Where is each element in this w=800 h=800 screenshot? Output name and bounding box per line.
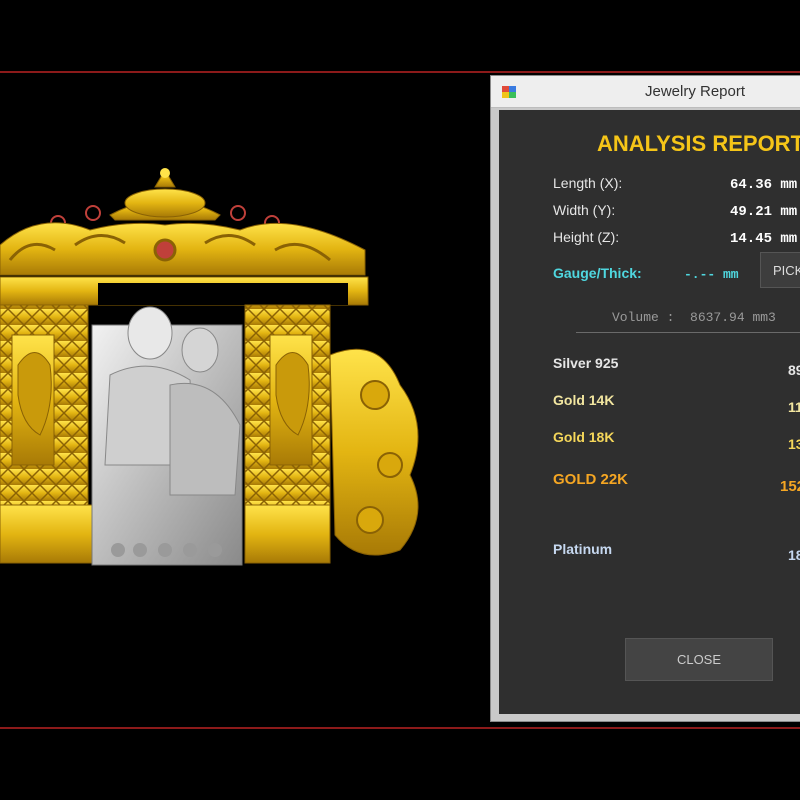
gauge-thickness-label: Gauge/Thick: (553, 265, 642, 281)
volume-divider (576, 332, 800, 333)
pick-button[interactable]: PICK (760, 252, 800, 288)
metal-weight-gold-14k: 112. (788, 399, 800, 415)
width-value: 49.21 mm (730, 204, 798, 220)
metal-label-gold-22k: GOLD 22K (553, 471, 629, 488)
viewport-border-bottom (0, 727, 800, 729)
metal-weight-platinum: 185. (788, 547, 800, 563)
length-label: Length (X): (553, 175, 623, 191)
height-label: Height (Z): (553, 229, 620, 245)
length-value: 64.36 mm (730, 177, 798, 193)
close-button[interactable]: CLOSE (625, 638, 773, 681)
volume-label: Volume : (612, 310, 675, 325)
report-title: ANALYSIS REPORT (597, 131, 800, 156)
report-content: ANALYSIS REPORT Length (X): 64.36 mm Wid… (498, 75, 800, 722)
viewport-border-top (0, 71, 800, 73)
metal-label-silver-925: Silver 925 (553, 355, 619, 371)
metal-weight-gold-22k: 152.0 (780, 478, 800, 495)
metal-weight-silver-925: 89. (788, 362, 800, 378)
metal-label-platinum: Platinum (553, 541, 613, 557)
jewelry-model-render[interactable] (0, 165, 440, 575)
metal-label-gold-18k: Gold 18K (553, 429, 615, 445)
height-value: 14.45 mm (730, 231, 798, 247)
volume-readout: Volume : 8637.94 mm3 (612, 310, 776, 325)
metal-weight-gold-18k: 133. (788, 436, 800, 452)
volume-value: 8637.94 mm3 (690, 310, 776, 325)
metal-label-gold-14k: Gold 14K (553, 392, 615, 408)
gauge-thickness-value: -.-- mm (684, 267, 739, 282)
width-label: Width (Y): (553, 202, 616, 218)
